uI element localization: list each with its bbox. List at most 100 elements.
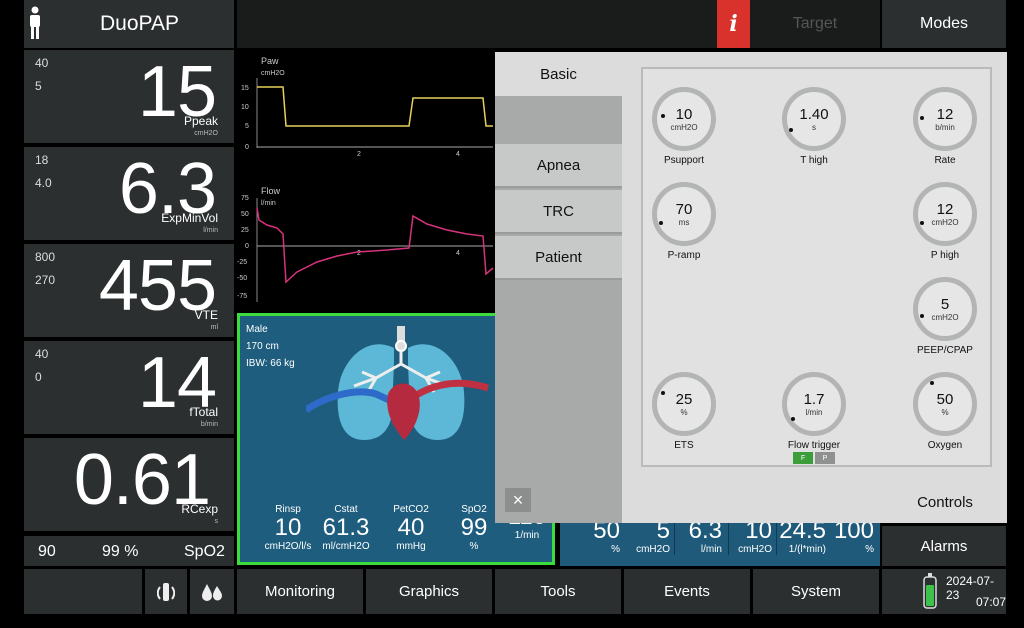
tab-patient[interactable]: Patient [495, 236, 622, 280]
spo2-row[interactable]: 90 99 % SpO2 [24, 536, 234, 566]
knob-label: P high [930, 250, 960, 261]
paw-xtick: 4 [456, 151, 460, 158]
tab-apnea[interactable]: Apnea [495, 144, 622, 188]
tab-empty [495, 96, 622, 144]
tab-trc[interactable]: TRC [495, 190, 622, 234]
knob-rate[interactable]: 12 b/min Rate [913, 87, 977, 166]
strip-item: 24.5 1/(l*min) [776, 518, 826, 555]
waveform-area[interactable]: Paw cmH2O 15 10 5 0 2 4 Flow l/min 75 50… [237, 50, 495, 312]
metric-petco2: PetCO2 40 mmHg [386, 504, 436, 552]
knob-value: 12 [936, 200, 954, 218]
limit-low: 5 [35, 79, 42, 93]
knob-flow-trigger[interactable]: 1.7 l/min Flow trigger [782, 372, 846, 451]
knob-ets[interactable]: 25 % ETS [652, 372, 716, 451]
knob-value: 25 [675, 390, 693, 408]
spo2-label: SpO2 [184, 543, 225, 560]
strip-unit: cmH2O [738, 544, 772, 555]
param-unit: ml [210, 324, 218, 331]
strip-item: 10 cmH2O [728, 518, 772, 555]
modes-button[interactable]: Modes [882, 0, 1006, 48]
knob-value: 50 [936, 390, 954, 408]
suction-button[interactable] [190, 569, 234, 614]
metric-unit: mmHg [396, 541, 426, 552]
nebulizer-button[interactable] [145, 569, 187, 614]
flow-ytick: 75 [241, 195, 249, 202]
trigger-type-toggle[interactable]: F P [793, 452, 835, 464]
nav-system[interactable]: System [753, 569, 879, 614]
knob-label: Flow trigger [787, 440, 841, 451]
param-vte[interactable]: 800 270 455 VTE ml [24, 244, 234, 337]
knob-p-high[interactable]: 12 cmH2O P high [913, 182, 977, 261]
metric-value: 10 [274, 514, 302, 541]
knob-label: PEEP/CPAP [917, 345, 973, 356]
param-rcexp[interactable]: 0.61 RCexp s [24, 438, 234, 531]
patient-sex: Male [246, 324, 268, 335]
spo2-value: 99 % [102, 543, 139, 560]
limit-low: 270 [35, 273, 56, 287]
strip-unit: 1/(l*min) [788, 544, 826, 555]
paw-xtick: 2 [357, 151, 361, 158]
drops-icon [202, 583, 222, 601]
param-expminvol[interactable]: 18 4.0 6.3 ExpMinVol l/min [24, 147, 234, 240]
target-button[interactable]: Target [750, 0, 880, 48]
knob-oxygen[interactable]: 50 % Oxygen [913, 372, 977, 451]
metric-value: 61.3 [322, 514, 370, 541]
flow-ytick: -50 [237, 275, 247, 282]
alarms-button[interactable]: Alarms [882, 526, 1006, 566]
param-unit: l/min [203, 227, 218, 234]
strip-item: 50 % [566, 518, 620, 556]
knob-value: 10 [675, 105, 693, 123]
paw-ytick: 10 [241, 104, 249, 111]
param-name: Ppeak [183, 114, 218, 128]
trigger-pressure-option[interactable]: P [815, 452, 835, 464]
pulse-value: 90 [38, 543, 56, 560]
knob-unit: l/min [805, 407, 823, 417]
metric-value: 40 [397, 514, 425, 541]
knob-unit: b/min [935, 122, 955, 132]
limit-high: 40 [35, 56, 49, 70]
metric-unit: % [469, 541, 479, 552]
strip-unit: % [865, 544, 874, 555]
strip-unit: l/min [700, 544, 722, 555]
param-ftotal[interactable]: 40 0 14 fTotal b/min [24, 341, 234, 434]
top-bar-area [237, 0, 717, 48]
nav-tools[interactable]: Tools [495, 569, 621, 614]
knob-p-ramp[interactable]: 70 ms P-ramp [652, 182, 716, 261]
flow-ytick: -75 [237, 293, 247, 300]
paw-ytick: 5 [245, 123, 249, 130]
flow-ytick: 25 [241, 227, 249, 234]
knob-peep-cpap[interactable]: 5 cmH2O PEEP/CPAP [913, 277, 977, 356]
flow-title: Flow [261, 186, 281, 196]
monitoring-strip[interactable]: 50 % 5 cmH2O 6.3 l/min 10 cmH2O 24.5 1/(… [560, 518, 880, 566]
knob-psupport[interactable]: 10 cmH2O Psupport [652, 87, 716, 166]
param-ppeak[interactable]: 40 5 15 Ppeak cmH2O [24, 50, 234, 143]
knob-label: T high [800, 155, 828, 166]
limit-high: 800 [35, 250, 56, 264]
knob-value: 5 [940, 295, 950, 313]
limit-low: 4.0 [35, 176, 52, 190]
metric-cstat: Cstat 61.3 ml/cmH2O [316, 504, 376, 552]
flow-ytick: 0 [245, 243, 249, 250]
flow-unit: l/min [261, 200, 276, 207]
knob-value: 1.40 [799, 105, 829, 123]
dynamic-lung-illustration [306, 326, 490, 440]
flow-curve [256, 207, 494, 284]
knob-t-high[interactable]: 1.40 s T high [782, 87, 846, 166]
strip-unit: cmH2O [636, 544, 670, 555]
knob-label: Psupport [663, 155, 705, 166]
param-unit: s [214, 518, 219, 525]
nav-events[interactable]: Events [624, 569, 750, 614]
nebulizer-icon [157, 582, 175, 601]
nav-monitoring[interactable]: Monitoring [237, 569, 363, 614]
knob-unit: % [941, 407, 949, 417]
patient-icon [30, 6, 40, 39]
paw-ytick: 0 [245, 144, 249, 151]
strip-unit: % [611, 544, 620, 555]
flow-ytick: 50 [241, 211, 249, 218]
tab-basic[interactable]: Basic [495, 52, 622, 96]
close-button[interactable]: × [505, 488, 531, 512]
nav-graphics[interactable]: Graphics [366, 569, 492, 614]
info-button[interactable]: i [717, 0, 750, 48]
trigger-flow-option[interactable]: F [793, 452, 813, 464]
knob-unit: s [812, 122, 816, 132]
